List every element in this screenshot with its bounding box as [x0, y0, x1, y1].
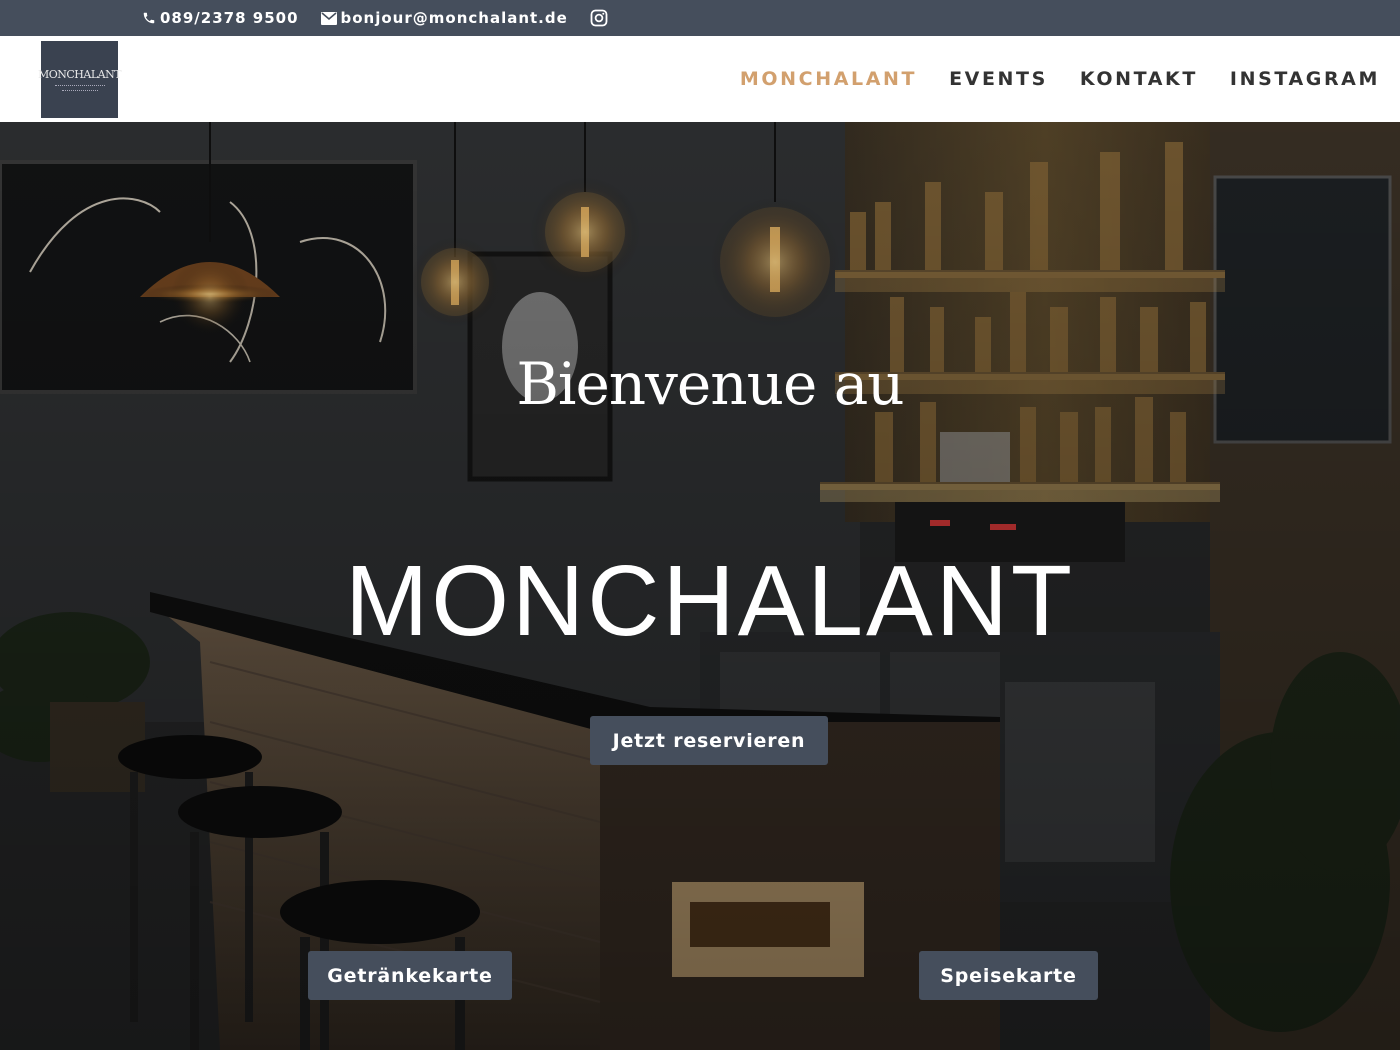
phone-number: 089/2378 9500 — [160, 9, 299, 27]
email-address: bonjour@monchalant.de — [340, 9, 568, 27]
hero-subtitle: Bienvenue au — [516, 350, 904, 418]
phone-contact[interactable]: 089/2378 9500 — [142, 9, 299, 27]
email-contact[interactable]: bonjour@monchalant.de — [320, 9, 568, 27]
hero-title: MONCHALANT — [344, 545, 1076, 657]
food-menu-button[interactable]: Speisekarte — [919, 951, 1098, 1000]
reserve-button[interactable]: Jetzt reservieren — [590, 716, 828, 765]
top-bar: 089/2378 9500 bonjour@monchalant.de — [0, 0, 1400, 36]
hero-section: Bienvenue au MONCHALANT Jetzt reserviere… — [0, 122, 1400, 1050]
nav-item-instagram[interactable]: INSTAGRAM — [1230, 68, 1380, 90]
site-logo[interactable]: MONCHALANT — [37, 41, 122, 118]
nav-item-events[interactable]: EVENTS — [949, 68, 1048, 90]
nav-item-monchalant[interactable]: MONCHALANT — [740, 68, 917, 90]
logo-tagline-line — [54, 84, 105, 87]
logo-wordmark: MONCHALANT — [37, 67, 122, 81]
phone-icon — [142, 11, 156, 25]
main-nav: MONCHALANT EVENTS KONTAKT INSTAGRAM — [708, 36, 1380, 122]
envelope-icon — [320, 11, 337, 25]
logo-tagline-line — [61, 89, 98, 92]
instagram-link[interactable] — [590, 9, 612, 27]
drinks-menu-button[interactable]: Getränkekarte — [308, 951, 512, 1000]
instagram-icon — [590, 9, 608, 27]
nav-item-kontakt[interactable]: KONTAKT — [1080, 68, 1198, 90]
site-header: MONCHALANT MONCHALANT EVENTS KONTAKT INS… — [0, 36, 1400, 122]
